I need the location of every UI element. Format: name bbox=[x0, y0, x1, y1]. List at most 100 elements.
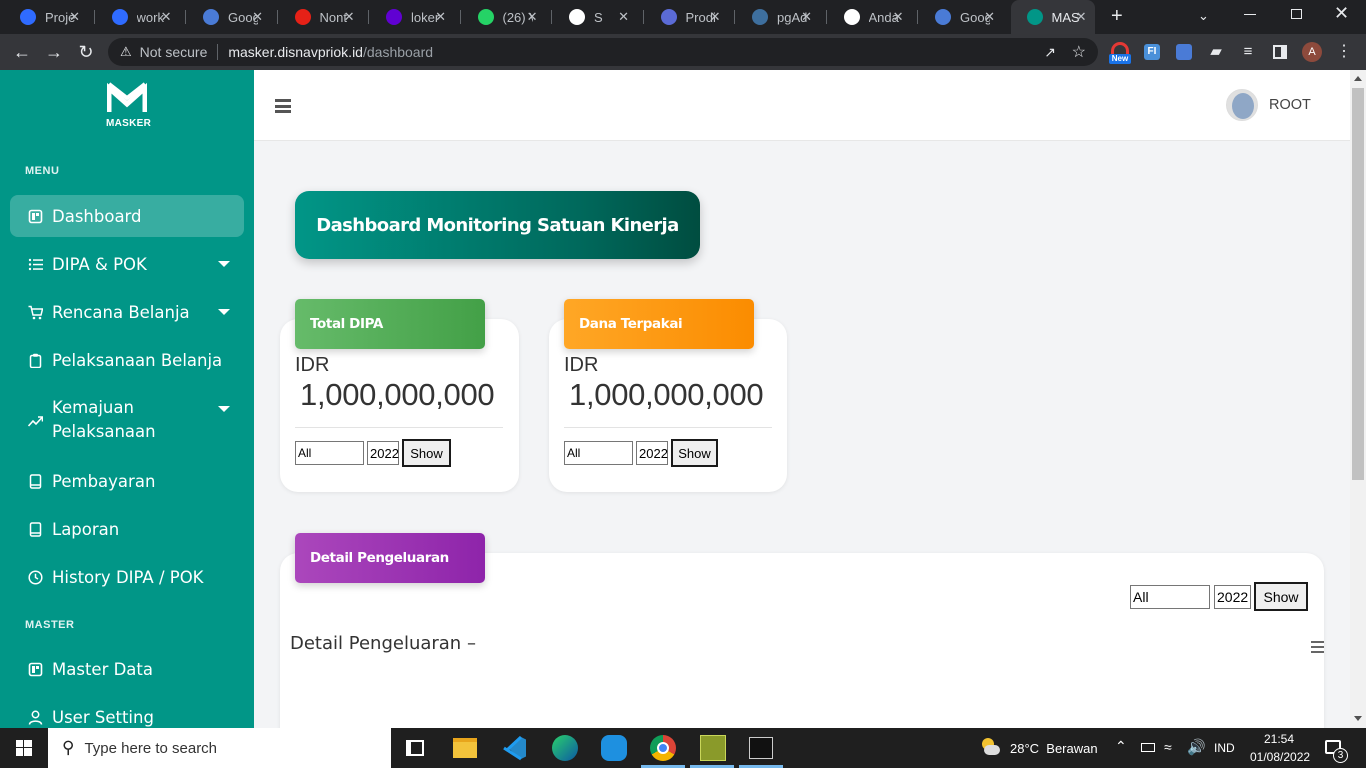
clock-date[interactable]: 01/08/2022 bbox=[1250, 750, 1310, 764]
chrome-menu-icon[interactable]: ⋮ bbox=[1334, 42, 1354, 62]
language-indicator[interactable]: IND bbox=[1214, 741, 1235, 755]
share-icon[interactable]: ↗ bbox=[1044, 44, 1056, 61]
tab-close-icon[interactable]: ✕ bbox=[252, 9, 263, 25]
browser-tab[interactable]: MAS ✕ bbox=[1010, 0, 1095, 34]
page-scrollbar[interactable] bbox=[1350, 70, 1366, 728]
tab-separator bbox=[734, 10, 735, 24]
user-avatar[interactable] bbox=[1226, 89, 1258, 121]
sidebar-item-laporan[interactable]: Laporan bbox=[10, 508, 244, 550]
back-icon[interactable]: ← bbox=[12, 42, 32, 62]
bookmark-star-icon[interactable]: ☆ bbox=[1072, 42, 1086, 62]
chart-menu-icon[interactable] bbox=[1311, 641, 1324, 654]
hamburger-menu-icon[interactable] bbox=[275, 99, 291, 113]
browser-tab[interactable]: pgAd ✕ bbox=[736, 0, 820, 34]
user-name[interactable]: ROOT bbox=[1269, 97, 1311, 113]
browser-tab[interactable]: loker ✕ bbox=[370, 0, 454, 34]
profile-avatar[interactable]: A bbox=[1302, 42, 1322, 62]
sidebar-item-label-group: Kemajuan Pelaksanaan bbox=[52, 396, 156, 444]
browser-tab[interactable]: Anda ✕ bbox=[828, 0, 912, 34]
sidebar-item-history-dipa-pok[interactable]: History DIPA / POK bbox=[10, 556, 244, 598]
sidebar-item-dashboard[interactable]: Dashboard bbox=[10, 195, 244, 237]
edge-icon[interactable] bbox=[552, 735, 578, 761]
browser-tab[interactable]: Nont ✕ bbox=[279, 0, 363, 34]
scrollbar-thumb[interactable] bbox=[1352, 88, 1364, 480]
address-bar[interactable]: ⚠ Not secure masker.disnavpriok.id/dashb… bbox=[108, 38, 1098, 66]
store-app-icon[interactable] bbox=[601, 735, 627, 761]
tab-close-icon[interactable]: ✕ bbox=[1076, 9, 1087, 25]
extension-fi-icon[interactable]: FI bbox=[1144, 44, 1160, 60]
sidebar-item-pembayaran[interactable]: Pembayaran bbox=[10, 460, 244, 502]
weather-cloud-icon[interactable] bbox=[980, 738, 1000, 756]
sidebar-item-rencana-belanja[interactable]: Rencana Belanja bbox=[10, 291, 244, 333]
extension-new-icon[interactable]: New bbox=[1109, 42, 1131, 64]
windows-start-icon[interactable] bbox=[16, 740, 32, 756]
sidebar-item-master-data[interactable]: Master Data bbox=[10, 648, 244, 690]
terminal-icon[interactable] bbox=[749, 737, 773, 759]
tab-close-icon[interactable]: ✕ bbox=[527, 9, 538, 25]
sidebar-item-pelaksanaan-belanja[interactable]: Pelaksanaan Belanja bbox=[10, 339, 244, 381]
translate-icon[interactable] bbox=[1176, 44, 1192, 60]
tab-search-icon[interactable]: ⌄ bbox=[1198, 8, 1209, 24]
restore-icon[interactable] bbox=[1291, 9, 1302, 19]
tab-close-icon[interactable]: ✕ bbox=[618, 9, 629, 25]
tab-close-icon[interactable]: ✕ bbox=[710, 9, 721, 25]
browser-tab[interactable]: Proje ✕ bbox=[4, 0, 88, 34]
tab-favicon-icon bbox=[203, 9, 219, 25]
brand-name: MASKER bbox=[106, 118, 152, 129]
scroll-down-icon[interactable] bbox=[1354, 716, 1362, 721]
dana-terpakai-filter-select[interactable]: All bbox=[564, 441, 633, 465]
total-dipa-year-input[interactable]: 2022 bbox=[367, 441, 399, 465]
tab-close-icon[interactable]: ✕ bbox=[161, 9, 172, 25]
masker-logo-icon[interactable] bbox=[106, 82, 148, 114]
volume-icon[interactable]: 🔊 bbox=[1187, 738, 1206, 756]
taskbar-search-box[interactable]: ⚲ Type here to search bbox=[48, 728, 391, 768]
extensions-puzzle-icon[interactable]: ▰ bbox=[1206, 42, 1226, 62]
reading-list-icon[interactable]: ≡ bbox=[1238, 42, 1258, 62]
browser-tab[interactable]: Goog ✕ bbox=[187, 0, 271, 34]
scroll-up-icon[interactable] bbox=[1354, 76, 1362, 81]
tab-close-icon[interactable]: ✕ bbox=[435, 9, 446, 25]
sidebar-item-kemajuan-pelaksanaan[interactable]: Kemajuan Pelaksanaan bbox=[10, 396, 244, 448]
sidebar-item-user-setting[interactable]: User Setting bbox=[10, 696, 244, 728]
vscode-icon[interactable] bbox=[502, 735, 528, 761]
browser-tab[interactable]: work ✕ bbox=[96, 0, 180, 34]
dana-terpakai-show-button[interactable]: Show bbox=[671, 439, 718, 467]
chevron-up-icon[interactable]: ⌃ bbox=[1115, 738, 1127, 755]
tab-close-icon[interactable]: ✕ bbox=[984, 9, 995, 25]
close-window-icon[interactable]: ✕ bbox=[1334, 3, 1349, 24]
reload-icon[interactable]: ↻ bbox=[76, 42, 96, 62]
list-icon bbox=[28, 257, 43, 272]
browser-tab[interactable]: S ✕ bbox=[553, 0, 637, 34]
tab-close-icon[interactable]: ✕ bbox=[344, 9, 355, 25]
detail-show-button[interactable]: Show bbox=[1254, 582, 1308, 611]
tab-close-icon[interactable]: ✕ bbox=[801, 9, 812, 25]
clock-time[interactable]: 21:54 bbox=[1264, 732, 1294, 746]
total-dipa-show-button[interactable]: Show bbox=[402, 439, 451, 467]
forward-icon[interactable]: → bbox=[44, 42, 64, 62]
tab-close-icon[interactable]: ✕ bbox=[69, 9, 80, 25]
total-dipa-filter-select[interactable]: All bbox=[295, 441, 364, 465]
battery-icon[interactable] bbox=[1141, 743, 1155, 752]
new-tab-icon[interactable]: + bbox=[1111, 5, 1123, 28]
minimize-icon[interactable] bbox=[1244, 14, 1256, 15]
tab-favicon-icon bbox=[935, 9, 951, 25]
warning-icon[interactable]: ⚠ bbox=[120, 44, 132, 60]
detail-year-input[interactable]: 2022 bbox=[1214, 585, 1251, 609]
weather-text[interactable]: 28°C Berawan bbox=[1010, 741, 1098, 756]
browser-tab[interactable]: Prodi ✕ bbox=[645, 0, 729, 34]
browser-tab[interactable]: (26) V✕ bbox=[462, 0, 546, 34]
tab-close-icon[interactable]: ✕ bbox=[893, 9, 904, 25]
tab-separator bbox=[642, 10, 644, 24]
xampp-icon[interactable] bbox=[700, 735, 726, 761]
detail-filter-select[interactable]: All bbox=[1130, 585, 1210, 609]
dana-terpakai-year-input[interactable]: 2022 bbox=[636, 441, 668, 465]
sidebar-item-dipa-pok[interactable]: DIPA & POK bbox=[10, 243, 244, 285]
task-view-icon[interactable] bbox=[406, 740, 424, 756]
side-panel-icon[interactable] bbox=[1273, 45, 1287, 59]
dana-terpakai-divider bbox=[564, 427, 772, 428]
cart-icon bbox=[28, 305, 44, 320]
wifi-icon[interactable]: ≈ bbox=[1164, 739, 1172, 755]
file-explorer-icon[interactable] bbox=[453, 738, 477, 758]
chrome-icon[interactable] bbox=[650, 735, 676, 761]
browser-tab[interactable]: Goog ✕ bbox=[919, 0, 1003, 34]
